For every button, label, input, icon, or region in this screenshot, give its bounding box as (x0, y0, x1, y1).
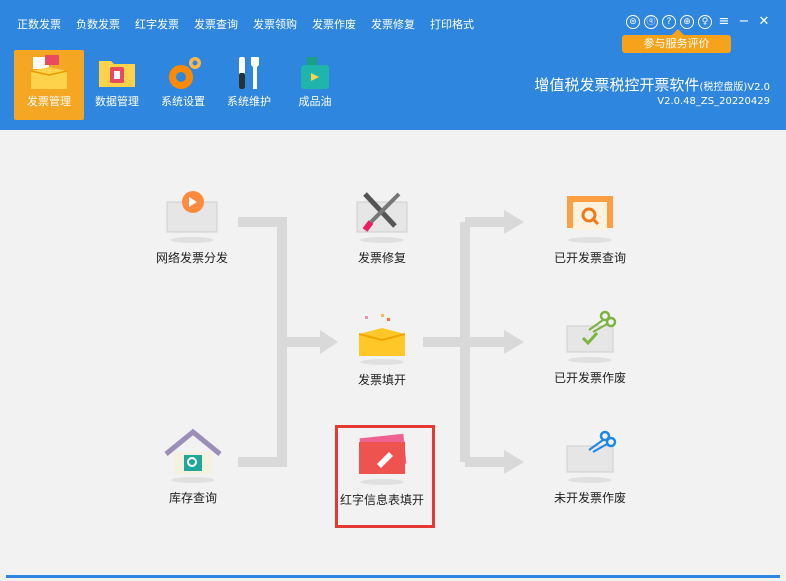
issued-invoice-void-button[interactable]: 已开发票作废 (540, 308, 640, 387)
minimize-icon[interactable]: − (736, 14, 752, 30)
tool-refined-oil[interactable]: 成品油 (282, 50, 348, 120)
invoice-search-icon (559, 188, 621, 246)
gear-icon (161, 53, 205, 93)
tools-icon (227, 53, 271, 93)
data-folder-icon (95, 53, 139, 93)
unissued-invoice-void-button[interactable]: 未开发票作废 (540, 428, 640, 507)
app-title: 增值税发票税控开票软件(税控盘版)V2.0 (534, 74, 770, 95)
wrench-screwdriver-icon (351, 188, 413, 246)
flow-node-label: 库存查询 (168, 491, 217, 505)
close-icon[interactable]: ✕ (756, 14, 772, 30)
user-icon[interactable]: ♀ (698, 15, 712, 29)
invoice-flow-panel: 网络发票分发 库存查询 发票修复 发票填开 红字信息表填开 已开发票查询 已开发… (0, 130, 786, 575)
scissors-check-icon (559, 308, 621, 366)
tool-label: 系统设置 (161, 95, 205, 108)
flow-node-label: 已开发票查询 (553, 251, 626, 265)
app-version-short: V2.0 (747, 82, 770, 93)
network-dispatch-icon (161, 188, 223, 246)
oil-can-icon (293, 53, 337, 93)
menu-bar: 正数发票 负数发票 红字发票 发票查询 发票领购 发票作废 发票修复 打印格式 (10, 16, 482, 34)
service-icon[interactable]: ⓠ (644, 15, 658, 29)
scissors-icon (559, 428, 621, 486)
inventory-query-button[interactable]: 库存查询 (143, 428, 243, 507)
tool-data-management[interactable]: 数据管理 (84, 50, 150, 120)
network-dispatch-button[interactable]: 网络发票分发 (142, 188, 242, 267)
menu-red-invoice[interactable]: 红字发票 (128, 16, 187, 34)
tool-label: 系统维护 (227, 95, 271, 108)
app-name: 增值税发票税控开票软件 (534, 76, 700, 94)
flow-node-label: 发票修复 (357, 251, 406, 265)
tool-invoice-management[interactable]: 发票管理 (14, 50, 84, 120)
flow-node-label: 未开发票作废 (553, 491, 626, 505)
tool-label: 成品油 (298, 95, 332, 108)
menu-negative-invoice[interactable]: 负数发票 (69, 16, 128, 34)
lock-icon[interactable]: ⊕ (680, 15, 694, 29)
invoice-repair-button[interactable]: 发票修复 (332, 188, 432, 267)
flow-node-label: 发票填开 (357, 373, 406, 387)
tool-label: 发票管理 (27, 95, 71, 108)
service-feedback-button[interactable]: 参与服务评价 (622, 29, 731, 53)
footer-line (6, 575, 780, 578)
help-icon[interactable]: ? (662, 15, 676, 29)
menu-icon[interactable]: ≡ (716, 14, 732, 30)
invoice-box-icon (27, 53, 71, 93)
app-edition: (税控盘版) (699, 82, 748, 93)
menu-invoice-void[interactable]: 发票作废 (305, 16, 364, 34)
invoice-issue-button[interactable]: 发票填开 (332, 310, 432, 389)
flow-node-label: 网络发票分发 (155, 251, 228, 265)
window-controls: ⊜ ⓠ ? ⊕ ♀ ≡ − ✕ (626, 14, 772, 30)
tool-label: 数据管理 (95, 95, 139, 108)
menu-invoice-repair[interactable]: 发票修复 (364, 16, 423, 34)
app-header: 正数发票 负数发票 红字发票 发票查询 发票领购 发票作废 发票修复 打印格式 … (0, 0, 786, 130)
issued-invoice-query-button[interactable]: 已开发票查询 (540, 188, 640, 267)
tool-system-maintenance[interactable]: 系统维护 (216, 50, 282, 120)
tool-system-settings[interactable]: 系统设置 (150, 50, 216, 120)
switch-icon[interactable]: ⊜ (626, 15, 640, 29)
app-version: V2.0.48_ZS_20220429 (657, 96, 770, 107)
menu-invoice-query[interactable]: 发票查询 (187, 16, 246, 34)
house-search-icon (162, 428, 224, 486)
invoice-box-icon (351, 310, 413, 368)
menu-invoice-purchase[interactable]: 发票领购 (246, 16, 305, 34)
menu-positive-invoice[interactable]: 正数发票 (10, 16, 69, 34)
main-toolbar: 发票管理 数据管理 系统设置 系统维护 成品油 (14, 50, 348, 120)
menu-print-format[interactable]: 打印格式 (423, 16, 482, 34)
selection-highlight (335, 425, 435, 528)
flow-node-label: 已开发票作废 (553, 371, 626, 385)
